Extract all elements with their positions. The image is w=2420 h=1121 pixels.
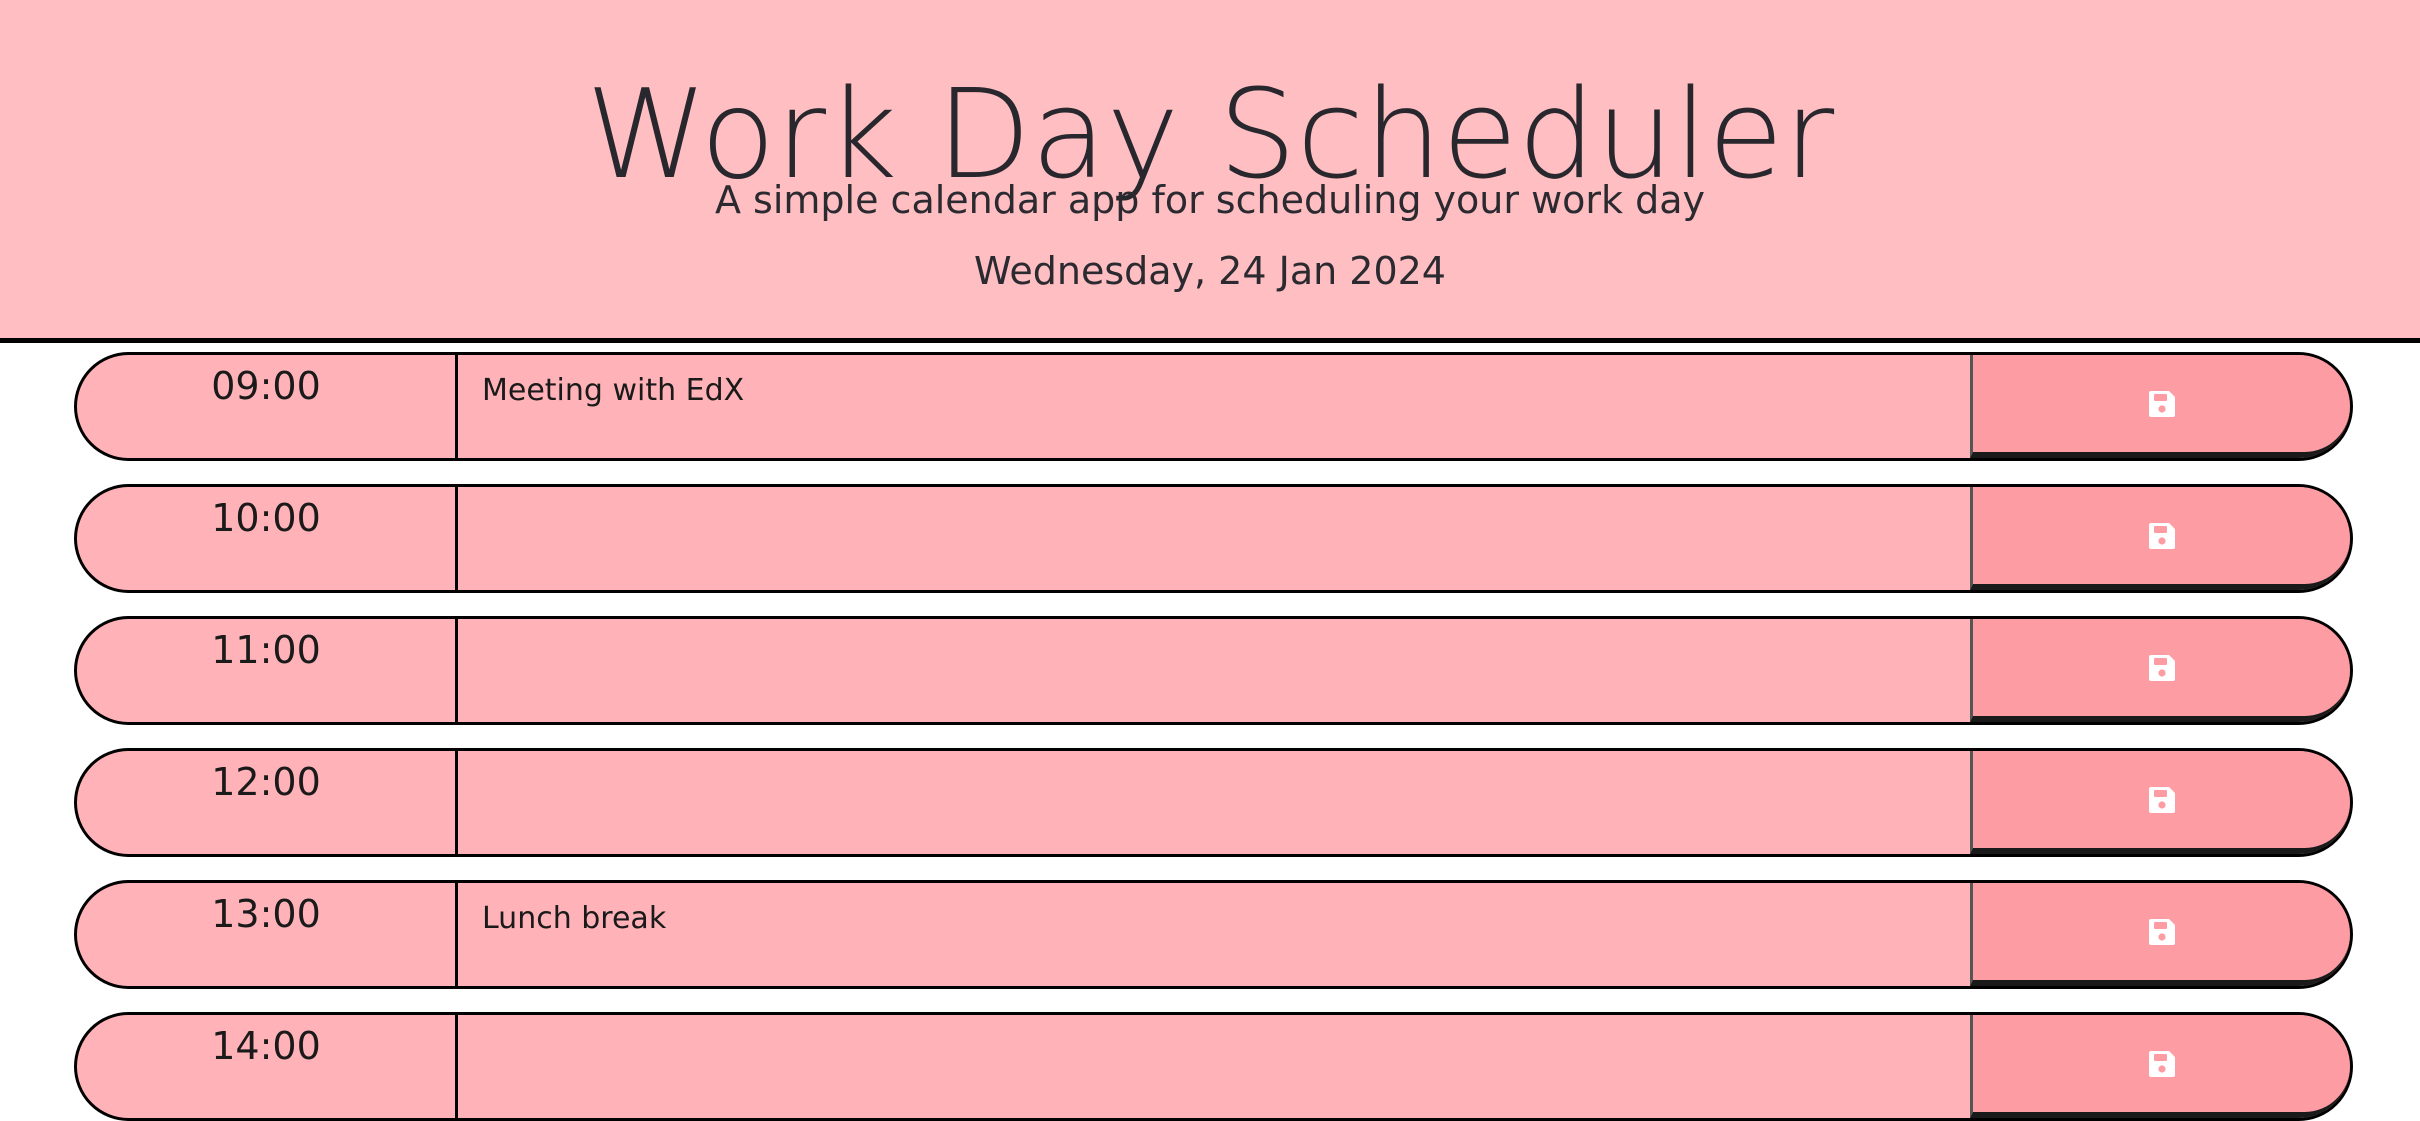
hour-label: 12:00 <box>77 751 458 854</box>
floppy-disk-icon <box>2148 390 2175 417</box>
description-textarea[interactable] <box>458 1015 1970 1118</box>
description-textarea[interactable]: Meeting with EdX <box>458 355 1970 458</box>
save-button[interactable] <box>1970 1015 2350 1118</box>
description-textarea[interactable] <box>458 487 1970 590</box>
description-textarea[interactable] <box>458 619 1970 722</box>
description-textarea[interactable] <box>458 751 1970 854</box>
save-button[interactable] <box>1970 619 2350 722</box>
save-button[interactable] <box>1970 883 2350 986</box>
description-textarea[interactable]: Lunch break <box>458 883 1970 986</box>
hour-label: 14:00 <box>77 1015 458 1118</box>
hour-label: 13:00 <box>77 883 458 986</box>
hour-label: 11:00 <box>77 619 458 722</box>
floppy-disk-icon <box>2148 786 2175 813</box>
time-block: 10:00 <box>74 484 2353 593</box>
current-day: Wednesday, 24 Jan 2024 <box>974 249 1446 293</box>
floppy-disk-icon <box>2148 654 2175 681</box>
floppy-disk-icon <box>2148 1050 2175 1077</box>
floppy-disk-icon <box>2148 522 2175 549</box>
save-button[interactable] <box>1970 751 2350 854</box>
time-block: 11:00 <box>74 616 2353 725</box>
page-header: Work Day Scheduler A simple calendar app… <box>0 0 2420 343</box>
save-button[interactable] <box>1970 487 2350 590</box>
time-block: 14:00 <box>74 1012 2353 1121</box>
time-block: 09:00 Meeting with EdX <box>74 352 2353 461</box>
time-block: 12:00 <box>74 748 2353 857</box>
save-button[interactable] <box>1970 355 2350 458</box>
hour-label: 09:00 <box>77 355 458 458</box>
hour-label: 10:00 <box>77 487 458 590</box>
floppy-disk-icon <box>2148 918 2175 945</box>
page-subtitle: A simple calendar app for scheduling you… <box>714 178 1706 222</box>
time-block: 13:00 Lunch break <box>74 880 2353 989</box>
